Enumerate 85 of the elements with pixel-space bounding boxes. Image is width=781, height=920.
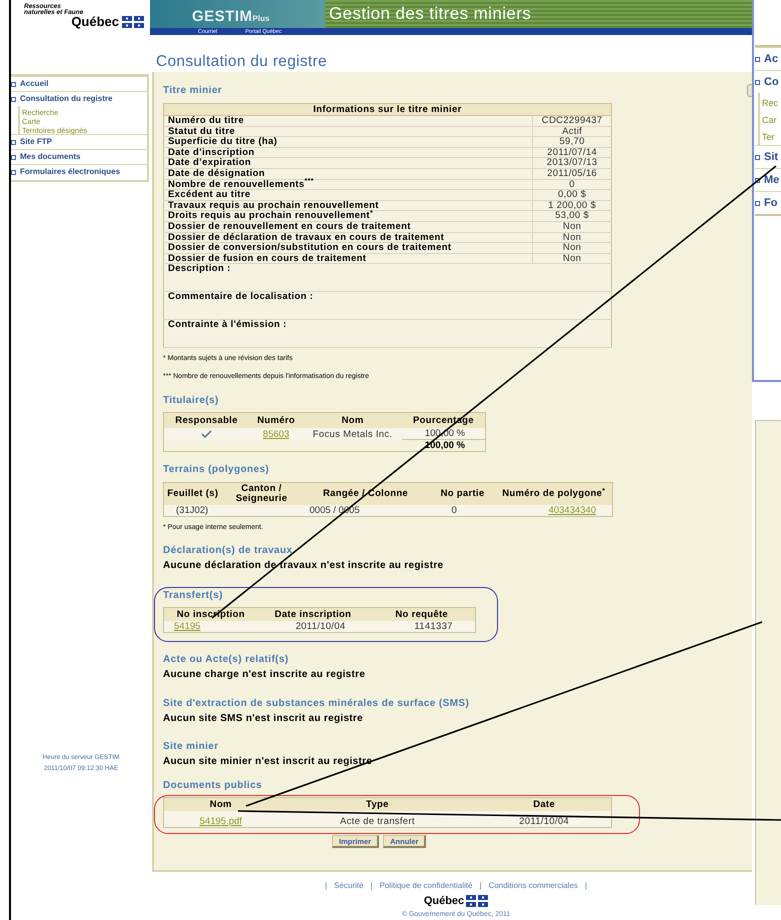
table-cell: 2011/10/04: [477, 811, 612, 828]
total-cell: 100,00 %: [402, 440, 486, 452]
square-icon: [755, 80, 760, 84]
section-heading: Site minier: [163, 741, 219, 752]
nav-link[interactable]: Fo: [764, 194, 778, 212]
field-label: Date d’inscription: [164, 147, 533, 158]
field-label: Dossier de conversion/substitution en cours de traitement: [164, 242, 533, 254]
nav-link[interactable]: Ac: [764, 50, 778, 68]
empty-message: Aucune déclaration de travaux n'est inscrite au registre: [163, 560, 444, 572]
section-heading: Documents publics: [163, 780, 262, 792]
section-heading: Site d'extraction de substances minérales de surface (SMS): [163, 698, 470, 710]
flag-logo-icon: [122, 16, 144, 28]
table-cell: (31J02): [164, 505, 222, 517]
column-header: Nom: [164, 798, 278, 812]
column-header: Numéro de polygone$^{*}$: [496, 482, 612, 506]
section-heading: Titre minier: [163, 85, 222, 96]
table-cell: Acte de transfert: [278, 811, 478, 828]
nav-link[interactable]: Formulaires électroniques: [20, 166, 120, 178]
column-header: Feuillet (s): [164, 482, 222, 506]
square-icon: [755, 178, 760, 182]
nav-link[interactable]: Accueil: [20, 78, 48, 90]
column-header: No partie: [430, 482, 496, 506]
column-header: Rangée / Colonne: [302, 482, 430, 506]
column-header: Type: [278, 798, 478, 812]
table-cell: 2011/10/04: [258, 621, 368, 633]
column-header: Canton / Seigneurie: [222, 482, 302, 506]
nav-link[interactable]: Site FTP: [20, 136, 52, 148]
field-label: Numéro du titre: [164, 116, 533, 126]
page-title: Consultation du registre: [156, 53, 327, 70]
field-label: Nombre de renouvellements$^{***}$: [164, 179, 533, 190]
field-label: Dossier de déclaration de travaux en cours de traitement: [164, 232, 533, 243]
column-header: No requête: [368, 608, 476, 622]
column-header: Date: [477, 798, 612, 812]
column-header: Responsable: [164, 412, 250, 428]
field-label: Droits requis au prochain renouvellement$^{*}$: [164, 210, 533, 222]
square-icon: [11, 140, 16, 144]
footer-logo-text: Québec: [424, 895, 464, 907]
column-header: Date inscription: [258, 608, 368, 622]
table-title: Informations sur le titre minier: [164, 104, 612, 116]
flag-icon: [466, 895, 488, 907]
field-label: Excédent au titre: [164, 190, 533, 200]
empty-message: Aucun site minier n'est inscrit au registre: [163, 756, 372, 768]
footer-link[interactable]: Sécurité: [334, 880, 364, 892]
field-label: Statut du titre: [164, 126, 533, 137]
separator: |: [584, 880, 587, 892]
field-label: Superficie du titre (ha): [164, 136, 533, 148]
nav-link[interactable]: Consultation du registre: [20, 93, 112, 105]
table-cell: 0: [430, 505, 496, 517]
separator: |: [370, 880, 373, 892]
field-label: Dossier de fusion en cours de traitement: [164, 253, 533, 264]
footer-link[interactable]: Conditions commerciales: [488, 880, 578, 892]
nav-link[interactable]: Me: [764, 172, 780, 188]
section-heading: Transfert(s): [163, 590, 223, 602]
field-label: Dossier de renouvellement en cours de traitement: [164, 221, 533, 232]
section-heading: Déclaration(s) de travaux: [163, 545, 292, 556]
nav-sublink[interactable]: Ter: [762, 132, 775, 142]
logo-text: Québec: [71, 15, 119, 29]
brand-name: GESTIM Plus: [192, 9, 270, 27]
footer-link[interactable]: Politique de confidentialité: [380, 880, 472, 892]
nav-link[interactable]: Sit: [764, 148, 778, 166]
square-icon: [755, 154, 760, 160]
column-header: Numéro: [249, 412, 304, 428]
nav-sublink[interactable]: Rec: [762, 98, 778, 108]
empty-message: Aucun site SMS n'est inscrit au registre: [163, 713, 363, 724]
table-cell: Focus Metals Inc.: [303, 428, 402, 440]
nav-link[interactable]: Mes documents: [20, 151, 80, 163]
empty-message: Aucune charge n'est inscrite au registre: [163, 669, 366, 680]
app-title: Gestion des titres miniers: [329, 3, 532, 26]
column-header: Nom: [303, 412, 402, 428]
separator: |: [479, 880, 482, 892]
nav-sublink[interactable]: Car: [762, 115, 777, 125]
nav-link[interactable]: Co: [764, 74, 779, 90]
section-heading: Terrains (polygones): [163, 464, 270, 476]
square-icon: [11, 170, 16, 174]
table-cell: 1141337: [368, 621, 476, 633]
square-icon: [755, 56, 760, 62]
square-icon: [11, 82, 16, 86]
separator: |: [325, 880, 328, 892]
square-icon: [11, 154, 16, 160]
field-label: Travaux requis au prochain renouvellement: [164, 200, 533, 211]
square-icon: [755, 200, 760, 206]
section-heading: Titulaire(s): [163, 395, 219, 406]
square-icon: [11, 96, 16, 102]
field-label: Date d’expiration: [164, 158, 533, 168]
section-heading: Acte ou Acte(s) relatif(s): [163, 654, 289, 666]
